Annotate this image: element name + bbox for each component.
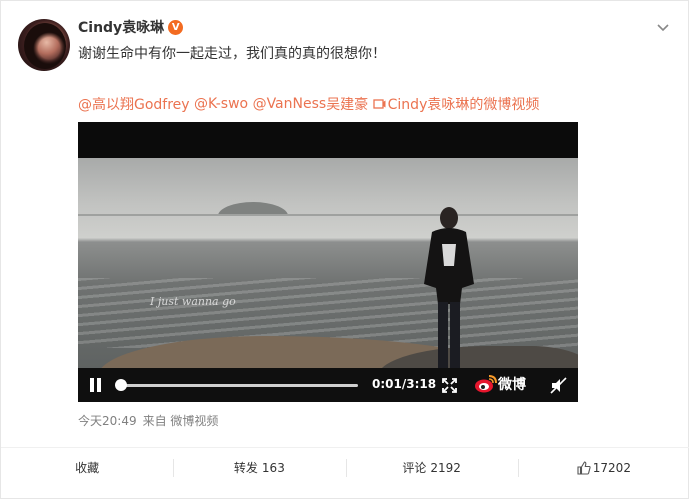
avatar[interactable]: [18, 19, 70, 71]
comment-label: 评论: [402, 461, 427, 475]
like-button[interactable]: 17202: [517, 448, 689, 487]
mention-wu-jianhao[interactable]: 吴建豪: [326, 94, 368, 114]
fullscreen-icon[interactable]: [442, 378, 457, 393]
mention-kswo[interactable]: @K-swo: [194, 96, 248, 112]
weibo-logo-icon: [475, 375, 497, 393]
like-count: 17202: [592, 460, 631, 475]
comment-count: 2192: [430, 460, 461, 475]
author-row: Cindy袁咏琳 V: [78, 16, 184, 38]
mention-line: @高以翔Godfrey @K-swo @VanNess 吴建豪 Cindy袁咏琳的…: [78, 94, 539, 114]
video-link[interactable]: Cindy袁咏琳的微博视频: [372, 94, 540, 114]
chevron-down-icon[interactable]: [656, 21, 670, 35]
video-link-label: Cindy袁咏琳的微博视频: [387, 97, 540, 113]
video-player[interactable]: I just wanna go 0:01/3:18 微博: [78, 122, 578, 402]
horizon-line: [78, 214, 578, 216]
post-timestamp[interactable]: 今天20:49: [78, 414, 137, 428]
verified-badge-icon: V: [168, 19, 184, 35]
weibo-brand-label: 微博: [498, 377, 526, 393]
post-source[interactable]: 来自 微博视频: [143, 414, 219, 428]
weibo-post-card: Cindy袁咏琳 V 谢谢生命中有你一起走过，我们真的真的很想你！ @高以翔Go…: [0, 0, 689, 499]
author-name[interactable]: Cindy袁咏琳: [78, 17, 164, 37]
video-link-icon: [372, 99, 386, 109]
favorite-button[interactable]: 收藏: [1, 448, 173, 487]
post-meta: 今天20:49 来自 微博视频: [78, 412, 218, 429]
video-subtitle: I just wanna go: [150, 295, 236, 308]
mention-vanness[interactable]: @VanNess: [253, 96, 327, 112]
mention-godfrey[interactable]: @高以翔Godfrey: [78, 94, 190, 114]
video-frame[interactable]: I just wanna go: [78, 158, 578, 368]
repost-button[interactable]: 转发 163: [173, 448, 345, 487]
weibo-brand[interactable]: 微博: [474, 374, 526, 394]
repost-count: 163: [261, 460, 285, 475]
thumbs-up-icon: [577, 460, 591, 475]
favorite-label: 收藏: [75, 461, 100, 475]
progress-track[interactable]: [120, 384, 358, 387]
comment-button[interactable]: 评论 2192: [345, 448, 518, 487]
progress-thumb[interactable]: [115, 379, 128, 391]
repost-label: 转发: [233, 461, 258, 475]
action-bar: 收藏 转发 163 评论 2192 17202: [1, 447, 689, 487]
post-text: 谢谢生命中有你一起走过，我们真的真的很想你！: [78, 46, 386, 62]
video-controls: 0:01/3:18 微博: [78, 368, 578, 402]
video-time: 0:01/3:18: [372, 377, 437, 391]
person-figure: [424, 207, 474, 368]
pause-icon[interactable]: [88, 377, 104, 393]
mute-icon[interactable]: [550, 377, 567, 394]
